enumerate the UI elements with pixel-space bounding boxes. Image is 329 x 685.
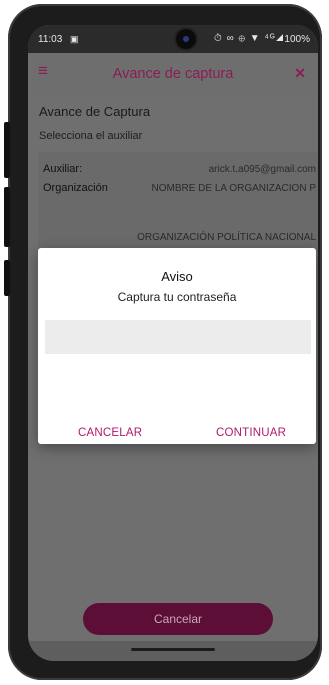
page-title: Avance de captura [112,66,234,82]
power-button [4,260,10,296]
volume-button [4,122,10,178]
status-bar: 11:03 ▣ ⏱ ∞ ⊕ ▼ ⁴ᴳ◢ 100% [28,25,318,53]
continue-button[interactable]: CONTINUAR [216,427,286,439]
status-time: 11:03 [38,34,63,45]
password-input[interactable] [45,320,311,354]
phone-frame: 11:03 ▣ ⏱ ∞ ⊕ ▼ ⁴ᴳ◢ 100% ≡ Avance de cap… [4,4,322,680]
screen: 11:03 ▣ ⏱ ∞ ⊕ ▼ ⁴ᴳ◢ 100% ≡ Avance de cap… [28,25,318,661]
home-gesture-handle[interactable] [131,648,215,651]
organizacion-name: NOMBRE DE LA ORGANIZACION P [151,183,316,194]
auxiliar-email: arick.t.a095@gmail.com [208,164,316,175]
password-dialog: Aviso Captura tu contraseña CANCELAR CON… [38,248,316,444]
status-icons: ⏱ ∞ ⊕ ▼ ⁴ᴳ◢ [214,33,285,44]
front-camera [176,29,196,49]
organizacion-type: ORGANIZACIÓN POLÍTICA NACIONAL [137,232,316,243]
dialog-message: Captura tu contraseña [117,290,237,304]
organizacion-label: Organización [43,182,108,194]
close-icon[interactable]: ✕ [294,65,306,82]
cancel-dialog-button[interactable]: CANCELAR [78,427,142,439]
volume-button-2 [4,187,10,247]
dialog-title: Aviso [161,269,193,284]
app-bar: ≡ Avance de captura ✕ [28,53,318,93]
section-subtitle: Selecciona el auxiliar [39,130,143,142]
cancel-button[interactable]: Cancelar [83,603,273,635]
calendar-icon: ▣ [70,34,79,44]
auxiliar-card[interactable]: Auxiliar: arick.t.a095@gmail.com Organiz… [38,152,318,252]
navigation-bar [28,641,318,661]
auxiliar-label: Auxiliar: [43,163,83,175]
section-title: Avance de Captura [39,104,151,119]
battery-level: 100% [284,34,310,45]
